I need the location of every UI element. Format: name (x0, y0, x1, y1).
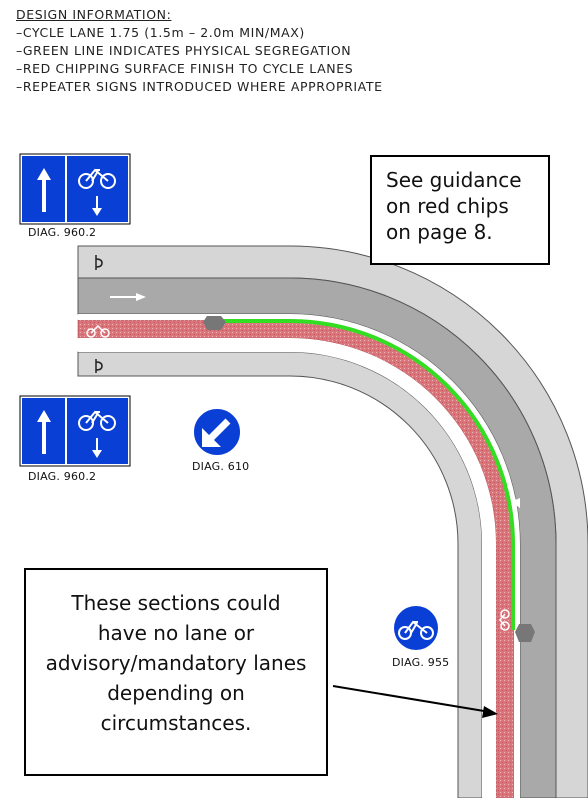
red-chips-callout: See guidance on red chips on page 8. (370, 155, 550, 265)
sign-960-2-bottom-label: DIAG. 960.2 (28, 470, 97, 483)
lane-sections-callout: These sections could have no lane or adv… (24, 568, 328, 776)
sign-960-2-bottom (19, 395, 131, 467)
segregation-end-marker (515, 624, 535, 642)
sign-960-2-top-label: DIAG. 960.2 (28, 226, 97, 239)
sign-610-label: DIAG. 610 (192, 460, 250, 473)
sign-610-keep-left (192, 407, 242, 457)
sign-960-2-top (19, 153, 131, 225)
sign-955-label: DIAG. 955 (392, 656, 450, 669)
sign-955-cycle-route (394, 606, 438, 650)
